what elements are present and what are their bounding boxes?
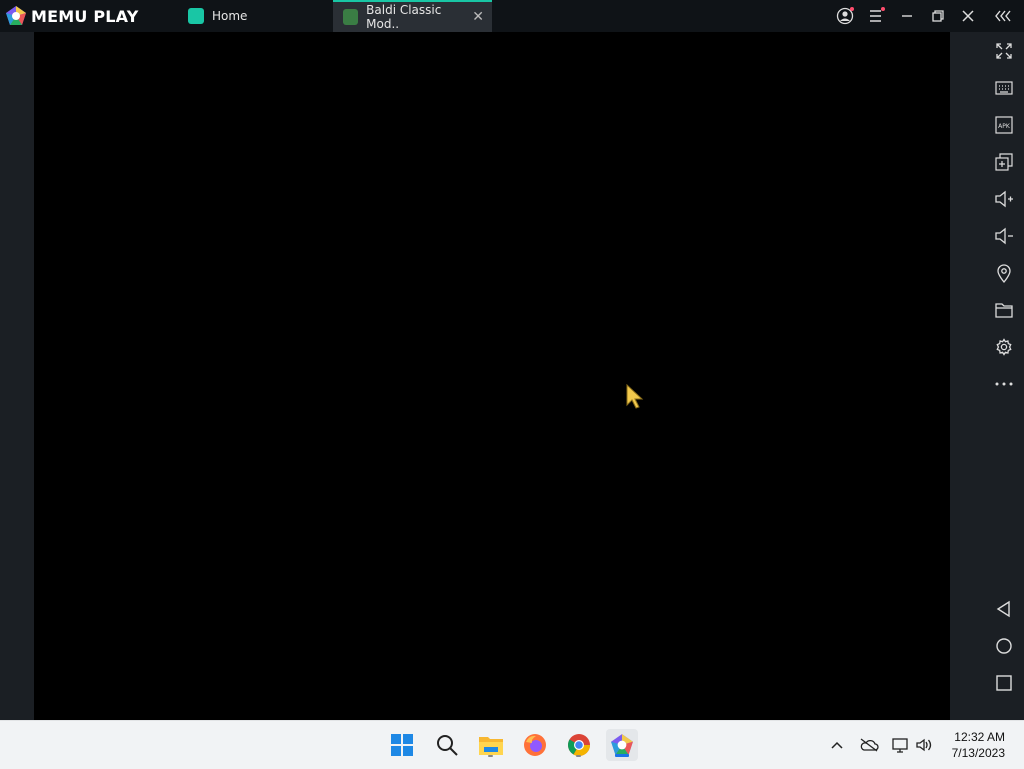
- recents-icon[interactable]: [993, 672, 1015, 694]
- windows-start-icon[interactable]: [386, 729, 418, 761]
- more-icon[interactable]: [993, 373, 1015, 395]
- onedrive-icon[interactable]: [858, 735, 880, 755]
- memu-home-icon: [188, 8, 204, 24]
- settings-icon[interactable]: [993, 336, 1015, 358]
- clock-date: 7/13/2023: [951, 746, 1005, 760]
- active-indicator: [615, 754, 629, 757]
- search-icon[interactable]: [431, 729, 463, 761]
- tab-baldi[interactable]: Baldi Classic Mod.. ✕: [333, 0, 492, 32]
- svg-text:APK: APK: [998, 123, 1011, 130]
- android-screen[interactable]: [34, 32, 950, 720]
- memu-icon[interactable]: [606, 729, 638, 761]
- mouse-cursor-icon: [626, 383, 646, 414]
- minimize-icon[interactable]: [897, 6, 917, 26]
- menu-icon[interactable]: [866, 6, 886, 26]
- system-clock[interactable]: 12:32 AM 7/13/2023: [952, 729, 1005, 761]
- tab-baldi-label: Baldi Classic Mod..: [366, 3, 442, 31]
- multi-instance-icon[interactable]: [993, 151, 1015, 173]
- memu-logo-icon: [6, 6, 26, 25]
- firefox-icon[interactable]: [519, 729, 551, 761]
- tab-home-label: Home: [212, 9, 248, 23]
- home-circle-icon[interactable]: [993, 635, 1015, 657]
- keyboard-icon[interactable]: [993, 77, 1015, 99]
- running-indicator: [488, 755, 493, 757]
- collapse-sidebar-icon[interactable]: [993, 6, 1015, 26]
- chrome-icon[interactable]: [563, 729, 595, 761]
- back-icon[interactable]: [993, 598, 1015, 620]
- volume-up-icon[interactable]: [993, 188, 1015, 210]
- clock-time: 12:32 AM: [954, 730, 1005, 744]
- file-explorer-icon[interactable]: [475, 729, 507, 761]
- title-bar: MEMU PLAY Home Baldi Classic Mod.. ✕: [0, 0, 1024, 32]
- volume-down-icon[interactable]: [993, 225, 1015, 247]
- windows-taskbar: 12:32 AM 7/13/2023: [0, 720, 1024, 769]
- speaker-icon[interactable]: [914, 735, 934, 755]
- network-icon[interactable]: [890, 735, 912, 755]
- apk-icon[interactable]: APK: [993, 114, 1015, 136]
- tab-home[interactable]: Home: [178, 0, 328, 32]
- fullscreen-icon[interactable]: [993, 40, 1015, 62]
- account-icon[interactable]: [835, 6, 855, 26]
- running-indicator: [576, 755, 581, 757]
- logo-text: MEMU PLAY: [31, 6, 139, 26]
- folder-icon[interactable]: [993, 299, 1015, 321]
- memu-window: MEMU PLAY Home Baldi Classic Mod.. ✕ APK: [0, 0, 1024, 720]
- baldi-app-icon: [343, 9, 359, 25]
- show-hidden-icons[interactable]: [828, 735, 846, 755]
- location-icon[interactable]: [993, 262, 1015, 284]
- memu-logo: MEMU PLAY: [5, 5, 139, 27]
- close-icon[interactable]: [958, 6, 978, 26]
- memu-sidebar: APK: [985, 32, 1024, 720]
- tab-close-icon[interactable]: ✕: [472, 9, 484, 25]
- restore-icon[interactable]: [928, 6, 948, 26]
